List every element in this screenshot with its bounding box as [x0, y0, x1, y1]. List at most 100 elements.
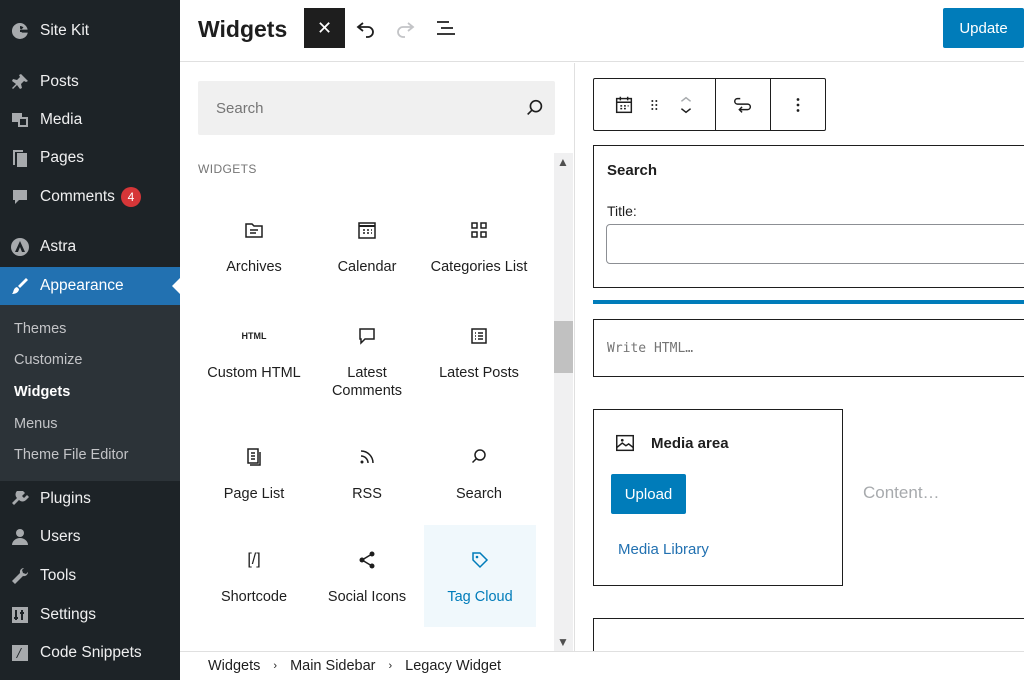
shortcode-icon: [/] [247, 551, 261, 568]
archive-folder-icon [242, 218, 266, 242]
appearance-submenu: Themes Customize Widgets Menus Theme Fil… [0, 305, 180, 481]
widget-editor-canvas: Search Title: Write HTML… Media area Upl… [576, 63, 1024, 651]
submenu-item-theme-file-editor[interactable]: Theme File Editor [14, 447, 128, 463]
sidebar-item-label: Code Snippets [40, 644, 142, 661]
sidebar-item-plugins[interactable]: Plugins [0, 480, 180, 518]
close-icon: ✕ [316, 17, 333, 38]
scroll-up-arrow-icon[interactable]: ▲ [557, 155, 569, 169]
sidebar-item-site-kit[interactable]: Site Kit [0, 12, 180, 50]
block-rss[interactable]: RSS [311, 445, 423, 503]
rss-icon [355, 445, 379, 469]
page-list-icon [242, 445, 266, 469]
block-breadcrumb: Widgets › Main Sidebar › Legacy Widget [180, 651, 1024, 680]
media-placeholder-block[interactable]: Media area Upload Media Library [593, 409, 843, 586]
redo-button[interactable] [391, 14, 419, 42]
inserter-scrollbar[interactable]: ▲ ▼ [554, 153, 573, 651]
update-button[interactable]: Update [943, 8, 1024, 48]
block-latest-posts[interactable]: Latest Posts [423, 324, 535, 382]
scroll-down-arrow-icon[interactable]: ▼ [557, 635, 569, 649]
sidebar-item-astra[interactable]: Astra [0, 228, 180, 266]
html-icon: HTML [241, 331, 267, 341]
chevron-right-icon: › [273, 660, 278, 672]
breadcrumb-item-widgets[interactable]: Widgets [208, 658, 260, 674]
block-archives[interactable]: Archives [198, 218, 310, 276]
block-search[interactable]: Search [423, 445, 535, 503]
submenu-item-customize[interactable]: Customize [14, 352, 83, 368]
search-widget-block[interactable]: Search Title: [593, 145, 1024, 288]
undo-button[interactable] [352, 14, 380, 42]
toolbar-group-options [771, 79, 825, 130]
sidebar-item-label: Plugins [40, 490, 91, 507]
title-field[interactable] [606, 224, 1024, 264]
block-social-icons[interactable]: Social Icons [311, 548, 423, 606]
block-tag-cloud[interactable]: Tag Cloud [424, 525, 536, 627]
content-placeholder[interactable]: Content… [863, 483, 940, 503]
admin-sidebar: Site Kit Posts Media Pages Comments 4 As… [0, 0, 180, 680]
sidebar-item-label: Comments [40, 188, 115, 205]
google-g-icon [10, 21, 30, 41]
sidebar-item-users[interactable]: Users [0, 518, 180, 556]
block-latest-comments[interactable]: Latest Comments [311, 324, 423, 400]
media-icon [10, 110, 30, 130]
breadcrumb-item-legacy-widget: Legacy Widget [405, 658, 502, 674]
block-shortcode[interactable]: [/] Shortcode [198, 548, 310, 606]
pages-icon [10, 148, 30, 168]
search-widget-title: Search [607, 162, 658, 179]
block-custom-html[interactable]: HTML Custom HTML [198, 324, 310, 382]
close-inserter-button[interactable]: ✕ [304, 8, 345, 48]
inserter-search [198, 81, 555, 135]
transform-icon[interactable] [732, 94, 754, 116]
submenu-item-menus[interactable]: Menus [14, 416, 58, 432]
sidebar-item-label: Pages [40, 149, 84, 166]
sidebar-item-tools[interactable]: Tools [0, 557, 180, 595]
block-inserter-panel: WIDGETS ▲ ▼ Archives Calendar Categories… [180, 63, 575, 651]
list-view-button[interactable] [432, 14, 460, 42]
sidebar-item-code-snippets[interactable]: Code Snippets [0, 634, 180, 672]
next-block[interactable] [593, 618, 1024, 651]
sidebar-item-label: Site Kit [40, 22, 90, 39]
submenu-item-themes[interactable]: Themes [14, 321, 66, 337]
upload-button[interactable]: Upload [611, 474, 686, 514]
html-textarea-placeholder[interactable]: Write HTML… [607, 341, 693, 356]
calendar-icon[interactable] [613, 94, 635, 116]
sidebar-item-pages[interactable]: Pages [0, 139, 180, 177]
block-page-list[interactable]: Page List [198, 445, 310, 503]
sidebar-item-media[interactable]: Media [0, 101, 180, 139]
redo-icon [397, 22, 415, 38]
tag-icon [468, 548, 492, 572]
sidebar-item-label: Appearance [40, 277, 124, 294]
sidebar-item-label: Users [40, 528, 81, 545]
drag-handle-icon[interactable] [647, 94, 663, 116]
sidebar-item-settings[interactable]: Settings [0, 596, 180, 634]
custom-html-block[interactable]: Write HTML… [593, 319, 1024, 377]
block-categories-list[interactable]: Categories List [423, 218, 535, 276]
chevron-right-icon: › [388, 660, 393, 672]
sidebar-item-appearance[interactable]: Appearance [0, 267, 180, 305]
media-library-link[interactable]: Media Library [618, 541, 709, 558]
toolbar-group-block [594, 79, 716, 130]
categories-grid-icon [467, 218, 491, 242]
block-calendar[interactable]: Calendar [311, 218, 423, 276]
toolbar-group-transform [716, 79, 771, 130]
search-input[interactable] [198, 81, 508, 135]
section-label-widgets: WIDGETS [198, 162, 257, 176]
comments-count-badge: 4 [120, 187, 141, 207]
share-icon [355, 548, 379, 572]
media-area-title: Media area [651, 435, 729, 452]
submenu-item-widgets[interactable]: Widgets [14, 384, 70, 400]
scrollbar-thumb[interactable] [554, 321, 573, 373]
post-list-icon [467, 324, 491, 348]
more-options-icon[interactable] [787, 94, 809, 116]
search-icon [467, 445, 491, 469]
sidebar-item-label: Tools [40, 567, 77, 584]
sidebar-item-comments[interactable]: Comments 4 [0, 178, 180, 216]
sidebar-item-posts[interactable]: Posts [0, 63, 180, 101]
comment-bubble-icon [10, 187, 30, 207]
wrench-icon [10, 566, 30, 586]
settings-sliders-icon [10, 605, 30, 625]
astra-logo-icon [10, 237, 30, 257]
breadcrumb-item-main-sidebar[interactable]: Main Sidebar [290, 658, 375, 674]
plug-icon [10, 489, 30, 509]
title-field-label: Title: [607, 203, 637, 219]
move-up-down-icon[interactable] [675, 94, 697, 116]
